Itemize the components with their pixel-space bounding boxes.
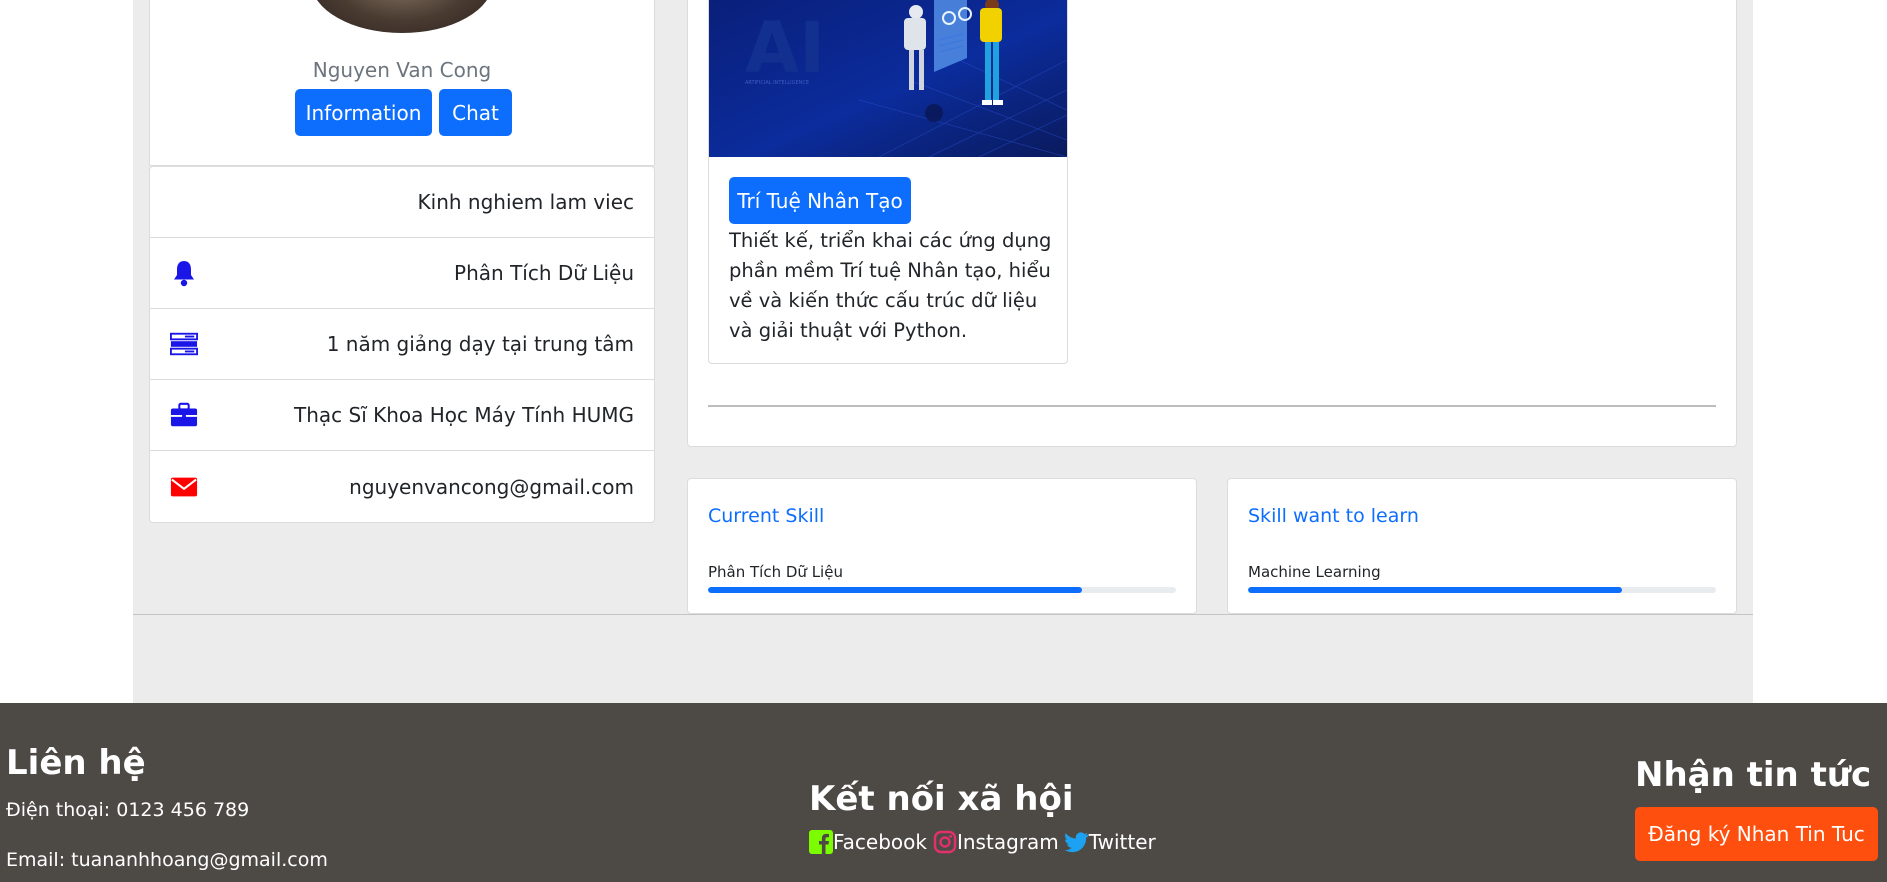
instagram-icon xyxy=(933,830,957,854)
briefcase-icon xyxy=(170,401,198,429)
list-item: Thạc Sĩ Khoa Học Máy Tính HUMG xyxy=(150,380,654,451)
profile-name: Nguyen Van Cong xyxy=(312,58,492,82)
avatar xyxy=(311,0,493,33)
footer: Liên hệ Điện thoại: 0123 456 789 Email: … xyxy=(0,703,1887,882)
course-button[interactable]: Trí Tuệ Nhân Tạo xyxy=(729,177,911,224)
contact-email: Email: tuananhhoang@gmail.com xyxy=(6,849,328,871)
subscribe-button[interactable]: Đăng ký Nhan Tin Tuc xyxy=(1635,807,1878,861)
twitter-label: Twitter xyxy=(1088,830,1156,854)
skill-to-learn-title: Skill want to learn xyxy=(1248,505,1419,527)
information-button[interactable]: Information xyxy=(295,89,432,136)
experience-list: Kinh nghiem lam viec Phân Tích Dữ Liệu 1… xyxy=(149,166,655,523)
current-skill-title: Current Skill xyxy=(708,505,825,527)
list-item-text: Phân Tích Dữ Liệu xyxy=(454,261,634,285)
facebook-link[interactable]: Facebook xyxy=(809,830,927,854)
list-item-text: 1 năm giảng dạy tại trung tâm xyxy=(326,332,634,356)
course-description: Thiết kế, triển khai các ứng dụng phần m… xyxy=(729,229,1052,342)
server-icon xyxy=(170,330,198,358)
list-item-text: nguyenvancong@gmail.com xyxy=(349,474,634,499)
social-title: Kết nối xã hội xyxy=(809,779,1074,819)
divider xyxy=(708,405,1716,407)
skill-to-learn-progress-fill xyxy=(1248,587,1623,593)
current-skill-progress-fill xyxy=(708,587,1083,593)
bell-icon xyxy=(170,259,198,287)
skill-to-learn-card: Skill want to learn Machine Learning xyxy=(1227,478,1737,614)
skill-to-learn-progress xyxy=(1248,587,1716,593)
social-links: Facebook Instagram Twitter xyxy=(809,830,1162,854)
current-skill-card: Current Skill Phân Tích Dữ Liệu xyxy=(687,478,1197,614)
course-image: AI ARTIFICIAL INTELLIGENCE xyxy=(709,0,1067,157)
current-skill-label: Phân Tích Dữ Liệu xyxy=(708,563,843,581)
list-item: 1 năm giảng dạy tại trung tâm xyxy=(150,309,654,380)
facebook-icon xyxy=(809,830,833,854)
facebook-label: Facebook xyxy=(833,830,927,854)
profile-card: Nguyen Van Cong Information Chat xyxy=(149,0,655,166)
envelope-icon xyxy=(170,473,198,501)
twitter-icon xyxy=(1064,830,1089,854)
page-divider xyxy=(133,614,1753,615)
instagram-link[interactable]: Instagram xyxy=(933,830,1059,854)
twitter-link[interactable]: Twitter xyxy=(1064,830,1156,854)
list-item: nguyenvancong@gmail.com xyxy=(150,451,654,522)
course-card: AI ARTIFICIAL INTELLIGENCE Trí Tuệ Nhân … xyxy=(708,0,1068,364)
chat-button[interactable]: Chat xyxy=(439,89,512,136)
contact-phone: Điện thoại: 0123 456 789 xyxy=(6,799,250,821)
course-image-title: AI xyxy=(745,7,825,89)
experience-heading: Kinh nghiem lam viec xyxy=(417,190,634,214)
current-skill-progress xyxy=(708,587,1176,593)
list-item: Kinh nghiem lam viec xyxy=(150,167,654,238)
news-title: Nhận tin tức xyxy=(1635,755,1872,795)
list-item-text: Thạc Sĩ Khoa Học Máy Tính HUMG xyxy=(294,403,634,427)
skill-to-learn-label: Machine Learning xyxy=(1248,563,1381,581)
list-item: Phân Tích Dữ Liệu xyxy=(150,238,654,309)
course-image-caption: ARTIFICIAL INTELLIGENCE xyxy=(745,80,809,86)
contact-title: Liên hệ xyxy=(6,743,146,783)
instagram-label: Instagram xyxy=(956,830,1059,854)
